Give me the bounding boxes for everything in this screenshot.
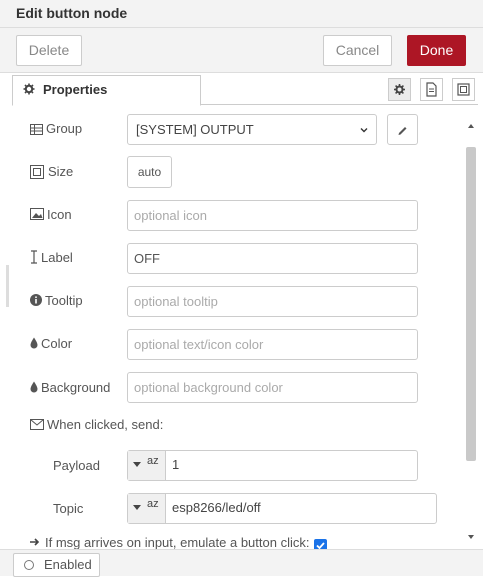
- enabled-circle-icon: [24, 560, 34, 570]
- node-description-tab-button[interactable]: [420, 78, 443, 101]
- topic-type-selector[interactable]: az: [128, 494, 166, 523]
- caret-down-icon: [133, 505, 141, 510]
- dialog-footer: Enabled: [0, 549, 483, 577]
- payload-type-selector[interactable]: az: [128, 451, 166, 480]
- topic-type-string-icon: az: [147, 498, 159, 510]
- topic-typed-input[interactable]: az esp8266/led/off: [127, 493, 437, 524]
- text-cursor-icon: [31, 250, 37, 264]
- tab-properties-label: Properties: [43, 82, 108, 97]
- droplet-icon: [30, 381, 38, 393]
- size-icon: [30, 165, 44, 179]
- group-label: Group: [46, 121, 83, 136]
- emulate-checkbox[interactable]: [314, 539, 327, 549]
- color-label: Color: [41, 336, 73, 351]
- done-button[interactable]: Done: [407, 35, 466, 66]
- enabled-label: Enabled: [44, 557, 92, 572]
- pencil-icon: [398, 127, 407, 135]
- arrow-icon: [30, 538, 40, 546]
- payload-value: 1: [172, 457, 180, 472]
- when-clicked-label: When clicked, send:: [47, 417, 164, 432]
- payload-type-string-icon: az: [147, 455, 159, 467]
- topic-value: esp8266/led/off: [172, 500, 261, 515]
- size-label: Size: [48, 164, 74, 179]
- cancel-button[interactable]: Cancel: [323, 35, 392, 66]
- dialog-title: Edit button node: [16, 5, 128, 21]
- table-icon: [30, 124, 43, 135]
- tooltip-label: Tooltip: [45, 293, 83, 308]
- tab-properties[interactable]: Properties: [12, 75, 201, 106]
- dialog-header: Edit button node: [0, 0, 483, 28]
- info-icon: [30, 294, 42, 306]
- topic-label: Topic: [53, 501, 84, 516]
- node-appearance-tab-button[interactable]: [452, 78, 475, 101]
- payload-typed-input[interactable]: az 1: [127, 450, 418, 481]
- checkbox-icon: [316, 542, 325, 549]
- image-icon: [30, 208, 44, 220]
- enabled-toggle-button[interactable]: Enabled: [13, 553, 100, 577]
- edit-group-button[interactable]: [387, 114, 418, 145]
- icon-label: Icon: [47, 207, 72, 222]
- gear-icon: [394, 84, 405, 95]
- group-select-value: [SYSTEM] OUTPUT: [136, 122, 254, 137]
- icon-input[interactable]: optional icon: [127, 200, 418, 231]
- dialog-toolbar: Delete Cancel Done: [0, 28, 483, 73]
- background-label: Background: [41, 380, 111, 395]
- label-label: Label: [41, 250, 73, 265]
- delete-button[interactable]: Delete: [16, 35, 82, 66]
- color-input[interactable]: optional text/icon color: [127, 329, 418, 360]
- chevron-down-icon: [360, 128, 368, 133]
- caret-down-icon: [133, 462, 141, 467]
- group-select[interactable]: [SYSTEM] OUTPUT: [127, 114, 377, 145]
- label-input[interactable]: OFF: [127, 243, 418, 274]
- appearance-icon: [457, 83, 470, 96]
- resize-handle[interactable]: [6, 265, 9, 307]
- size-button[interactable]: auto: [127, 156, 172, 188]
- payload-label: Payload: [53, 458, 100, 473]
- scroll-down-icon[interactable]: [466, 532, 476, 542]
- gear-icon: [23, 83, 35, 95]
- emulate-label: If msg arrives on input, emulate a butto…: [45, 537, 310, 549]
- scroll-up-icon[interactable]: [466, 121, 476, 131]
- envelope-icon: [30, 419, 44, 430]
- tooltip-input[interactable]: optional tooltip: [127, 286, 418, 317]
- node-properties-tab-button[interactable]: [388, 78, 411, 101]
- scrollbar-thumb[interactable]: [466, 147, 476, 461]
- description-icon: [426, 82, 437, 97]
- background-input[interactable]: optional background color: [127, 372, 418, 403]
- emulate-row: If msg arrives on input, emulate a butto…: [30, 537, 350, 549]
- droplet-icon: [30, 337, 38, 349]
